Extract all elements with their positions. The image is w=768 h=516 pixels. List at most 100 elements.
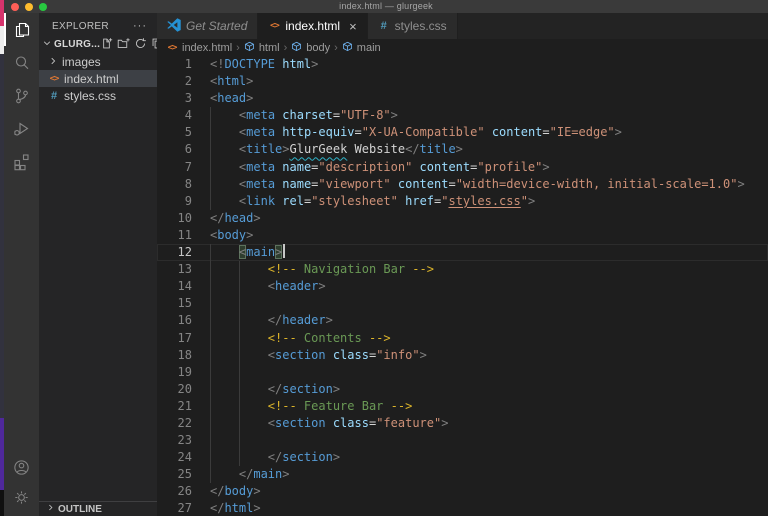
minimize-window-button[interactable]	[25, 3, 33, 11]
code-editor[interactable]: 1<!DOCTYPE html>2<html>3<head>4 <meta ch…	[157, 56, 768, 516]
file-index-html[interactable]: <>index.html	[39, 70, 157, 87]
indent-guide	[210, 193, 211, 210]
code-line-11[interactable]: 11<body>	[157, 227, 768, 244]
code-line-17[interactable]: 17 <!-- Contents -->	[157, 330, 768, 347]
breadcrumb-separator: ›	[284, 42, 288, 54]
symbol-element-icon	[342, 41, 353, 55]
line-number: 7	[157, 159, 192, 176]
breadcrumb-item-body[interactable]: body	[291, 41, 330, 55]
code-line-18[interactable]: 18 <section class="info">	[157, 347, 768, 364]
code-line-19[interactable]: 19	[157, 364, 768, 381]
window-title: index.html — glurgeek	[4, 0, 768, 13]
code-line-24[interactable]: 24 </section>	[157, 449, 768, 466]
code-line-13[interactable]: 13 <!-- Navigation Bar -->	[157, 261, 768, 278]
line-number: 6	[157, 141, 192, 158]
workspace-folder-header[interactable]: GLURG...	[39, 36, 157, 53]
code-line-27[interactable]: 27</html>	[157, 500, 768, 516]
refresh-icon[interactable]	[134, 37, 147, 53]
breadcrumb-item-main[interactable]: main	[342, 41, 381, 55]
explorer-more-actions-button[interactable]: ···	[133, 24, 147, 29]
breadcrumb-item-html[interactable]: html	[244, 41, 280, 55]
run-debug-icon	[12, 119, 32, 139]
code-line-14[interactable]: 14 <header>	[157, 278, 768, 295]
vscode-window: index.html — glurgeek EXPLORER	[0, 0, 768, 516]
code-line-21[interactable]: 21 <!-- Feature Bar -->	[157, 398, 768, 415]
code-line-4[interactable]: 4 <meta charset="UTF-8">	[157, 107, 768, 124]
activity-source-control-button[interactable]	[4, 79, 39, 112]
code-line-23[interactable]: 23	[157, 432, 768, 449]
line-number: 25	[157, 466, 192, 483]
line-number: 23	[157, 432, 192, 449]
html-file-icon: <>	[48, 74, 60, 84]
indent-guide	[210, 159, 211, 176]
breadcrumb-item-index-html[interactable]: <>index.html	[166, 42, 232, 54]
code-line-26[interactable]: 26</body>	[157, 483, 768, 500]
line-number: 3	[157, 90, 192, 107]
extensions-icon	[12, 152, 32, 172]
activity-bar	[4, 13, 39, 516]
line-number: 20	[157, 381, 192, 398]
breadcrumb: <>index.html›html›body›main	[157, 39, 768, 56]
tab-bar: Get Started<>index.html×#styles.css	[157, 13, 768, 39]
code-line-9[interactable]: 9 <link rel="stylesheet" href="styles.cs…	[157, 193, 768, 210]
code-line-5[interactable]: 5 <meta http-equiv="X-UA-Compatible" con…	[157, 124, 768, 141]
settings-button[interactable]	[4, 482, 39, 512]
tab-index-html[interactable]: <>index.html×	[258, 13, 367, 39]
indent-guide	[239, 330, 240, 347]
file-styles-css[interactable]: #styles.css	[39, 87, 157, 104]
line-number: 11	[157, 227, 192, 244]
code-line-1[interactable]: 1<!DOCTYPE html>	[157, 56, 768, 73]
zoom-window-button[interactable]	[39, 3, 47, 11]
close-window-button[interactable]	[11, 3, 19, 11]
indent-guide	[239, 312, 240, 329]
code-line-6[interactable]: 6 <title>GlurGeek Website</title>	[157, 141, 768, 158]
outline-section-header[interactable]: OUTLINE	[39, 501, 157, 516]
indent-guide	[210, 330, 211, 347]
account-icon	[12, 458, 31, 477]
code-line-10[interactable]: 10</head>	[157, 210, 768, 227]
indent-guide	[239, 278, 240, 295]
line-number: 1	[157, 56, 192, 73]
text-cursor	[283, 244, 285, 258]
line-number: 2	[157, 73, 192, 90]
activity-extensions-button[interactable]	[4, 145, 39, 178]
explorer-sidebar: EXPLORER ··· GLURG... images<>index.html…	[39, 13, 157, 516]
code-line-2[interactable]: 2<html>	[157, 73, 768, 90]
activity-search-button[interactable]	[4, 46, 39, 79]
code-line-3[interactable]: 3<head>	[157, 90, 768, 107]
folder-images[interactable]: images	[39, 53, 157, 70]
chevron-right-icon	[48, 55, 58, 69]
code-line-8[interactable]: 8 <meta name="viewport" content="width=d…	[157, 176, 768, 193]
breadcrumb-separator: ›	[334, 42, 338, 54]
code-line-16[interactable]: 16 </header>	[157, 312, 768, 329]
chevron-right-icon	[46, 503, 55, 515]
accounts-button[interactable]	[4, 452, 39, 482]
titlebar[interactable]: index.html — glurgeek	[4, 0, 768, 13]
indent-guide	[239, 347, 240, 364]
line-number: 8	[157, 176, 192, 193]
new-file-icon[interactable]	[100, 37, 113, 53]
indent-guide	[210, 415, 211, 432]
indent-guide	[239, 261, 240, 278]
indent-guide	[210, 398, 211, 415]
activity-run-debug-button[interactable]	[4, 112, 39, 145]
activity-explorer-button[interactable]	[4, 13, 39, 46]
new-folder-icon[interactable]	[117, 37, 130, 53]
code-line-22[interactable]: 22 <section class="feature">	[157, 415, 768, 432]
indent-guide	[239, 432, 240, 449]
indent-guide	[210, 124, 211, 141]
code-line-15[interactable]: 15	[157, 295, 768, 312]
indent-guide	[210, 312, 211, 329]
code-line-20[interactable]: 20 </section>	[157, 381, 768, 398]
close-tab-icon[interactable]: ×	[349, 20, 357, 33]
workspace-folder-label: GLURG...	[54, 39, 100, 50]
tab-get-started[interactable]: Get Started	[157, 13, 258, 39]
code-line-25[interactable]: 25 </main>	[157, 466, 768, 483]
line-number: 17	[157, 330, 192, 347]
indent-guide	[210, 295, 211, 312]
code-line-7[interactable]: 7 <meta name="description" content="prof…	[157, 159, 768, 176]
indent-guide	[210, 364, 211, 381]
line-number: 10	[157, 210, 192, 227]
code-line-12[interactable]: 12 <main>	[157, 244, 768, 261]
tab-styles-css[interactable]: #styles.css	[368, 13, 458, 39]
